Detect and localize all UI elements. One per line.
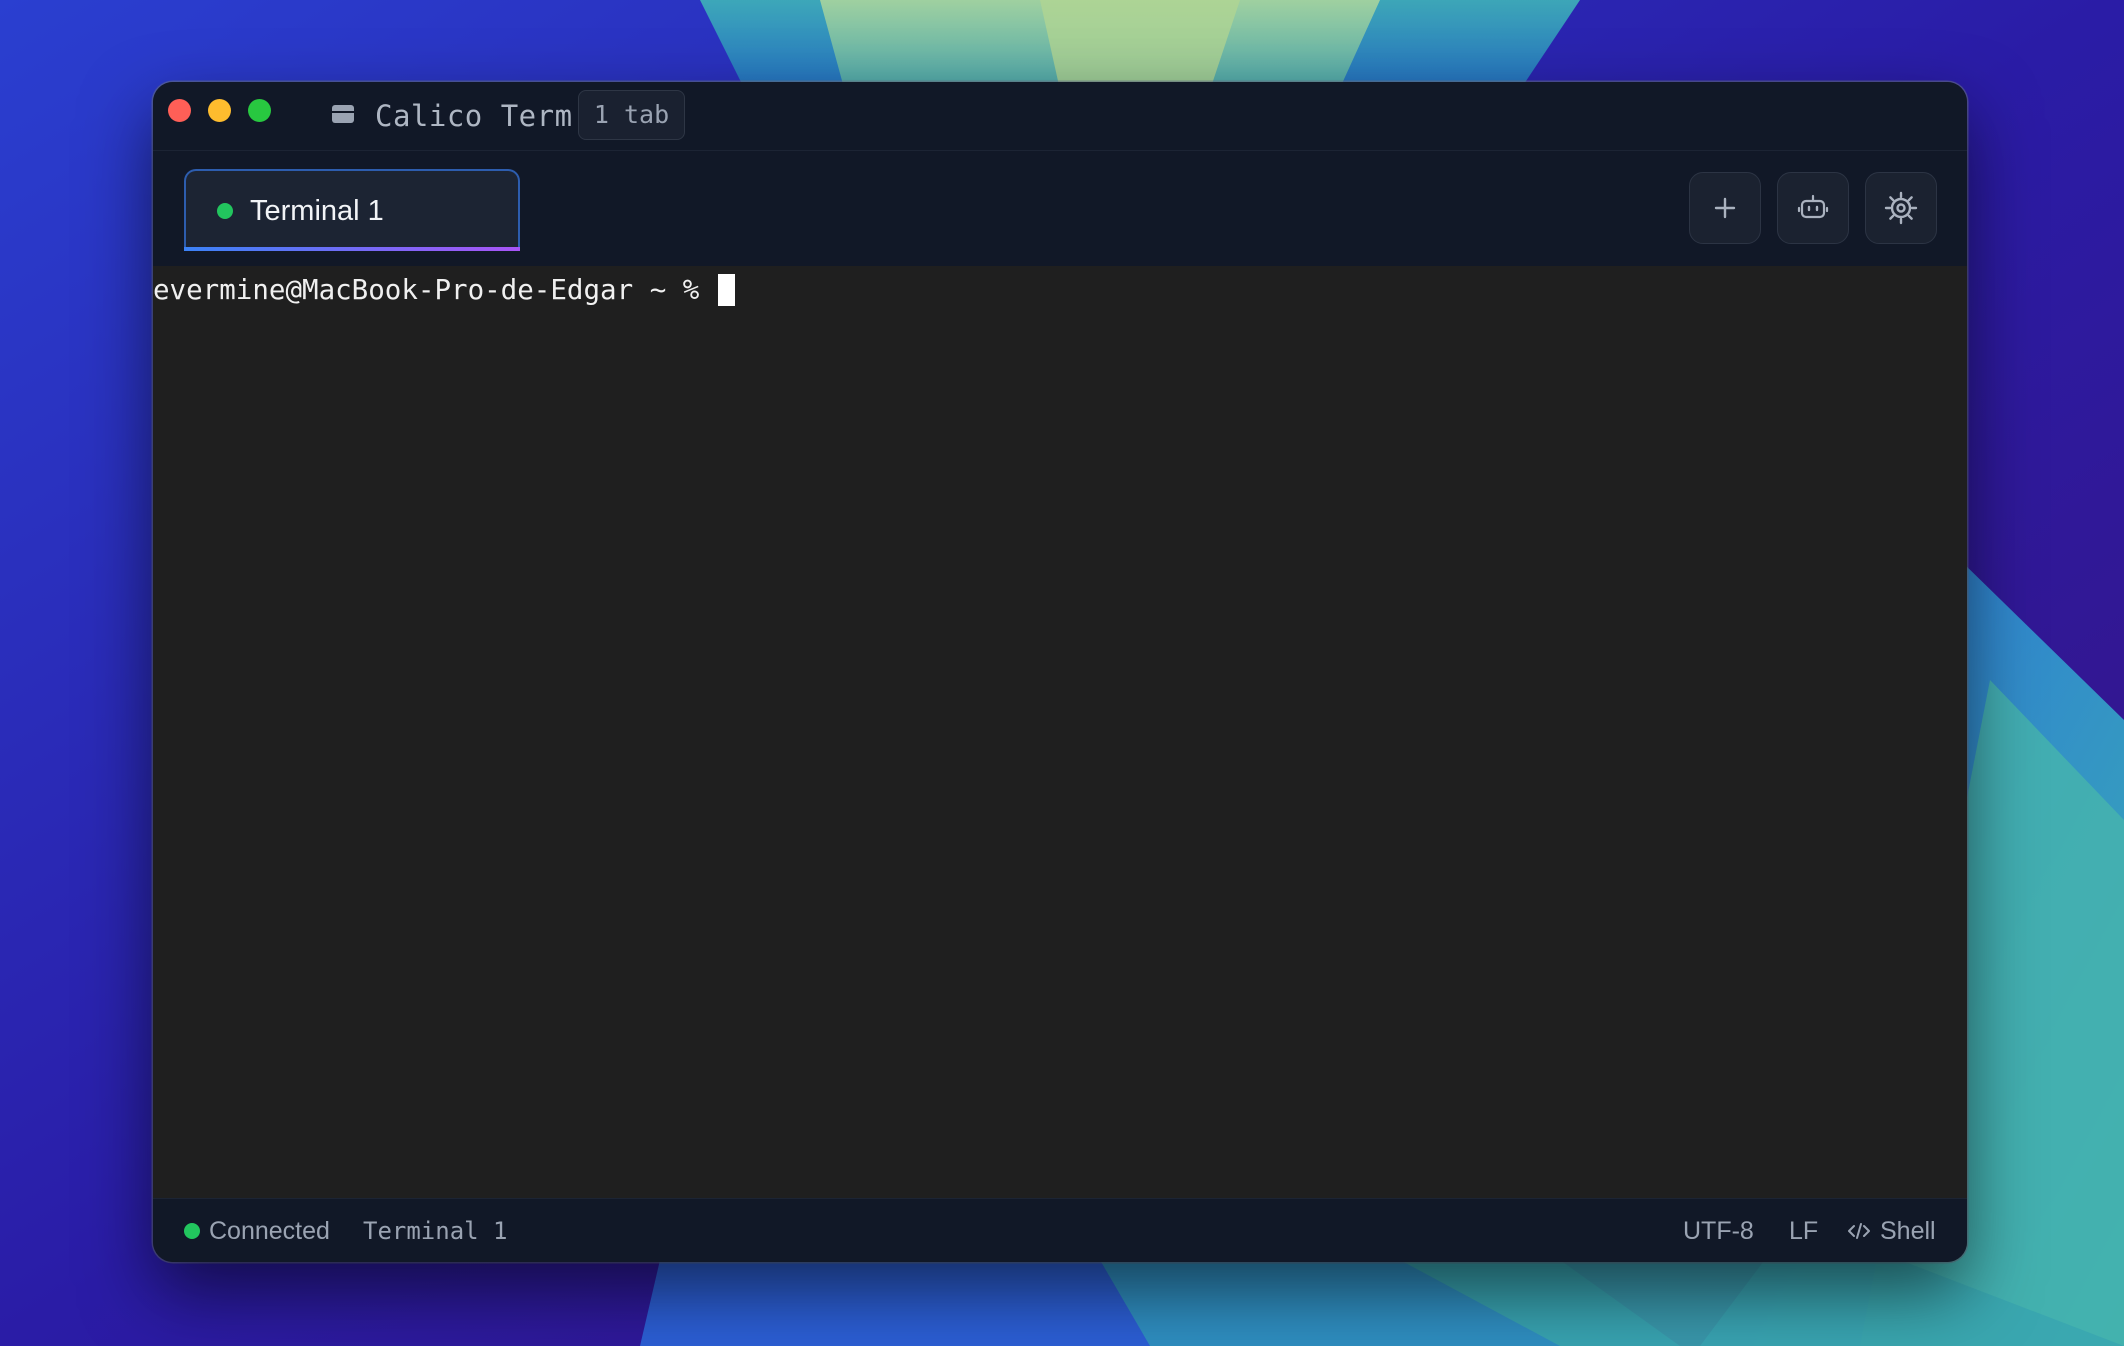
text-cursor <box>717 274 735 306</box>
line-ending-indicator[interactable]: LF <box>1789 1213 1818 1249</box>
app-title: Calico Term <box>375 99 573 133</box>
title-bar: Calico Term 1 tab <box>153 82 1967 151</box>
plus-icon <box>1714 197 1736 219</box>
terminal-window-icon <box>332 105 354 123</box>
tab-terminal-1[interactable]: Terminal 1 <box>184 169 520 251</box>
connection-status-dot <box>184 1223 200 1239</box>
gear-icon <box>1884 191 1918 225</box>
encoding-indicator[interactable]: UTF-8 <box>1683 1213 1754 1249</box>
tab-label: Terminal 1 <box>250 195 384 227</box>
language-mode-indicator[interactable]: Shell <box>1880 1213 1936 1249</box>
tab-status-dot <box>217 203 233 219</box>
status-bar: Connected Terminal 1 UTF-8 LF Shell <box>153 1198 1967 1262</box>
minimize-window-button[interactable] <box>208 99 231 122</box>
app-window: Calico Term 1 tab Terminal 1 evermine@Ma… <box>153 82 1967 1262</box>
code-icon <box>1848 1223 1870 1239</box>
connection-status: Connected <box>209 1217 330 1245</box>
prompt-line: evermine@MacBook-Pro-de-Edgar ~ % <box>153 272 735 308</box>
maximize-window-button[interactable] <box>248 99 271 122</box>
shell-prompt: evermine@MacBook-Pro-de-Edgar ~ % <box>153 274 716 306</box>
tab-count-badge: 1 tab <box>578 90 685 140</box>
ai-assistant-button[interactable] <box>1777 172 1849 244</box>
close-window-button[interactable] <box>168 99 191 122</box>
session-name: Terminal 1 <box>363 1217 508 1245</box>
robot-icon <box>1797 194 1829 219</box>
settings-button[interactable] <box>1865 172 1937 244</box>
new-tab-button[interactable] <box>1689 172 1761 244</box>
terminal-output[interactable]: evermine@MacBook-Pro-de-Edgar ~ % <box>153 266 1967 1198</box>
tab-bar: Terminal 1 <box>153 151 1967 266</box>
active-tab-indicator <box>184 247 520 251</box>
